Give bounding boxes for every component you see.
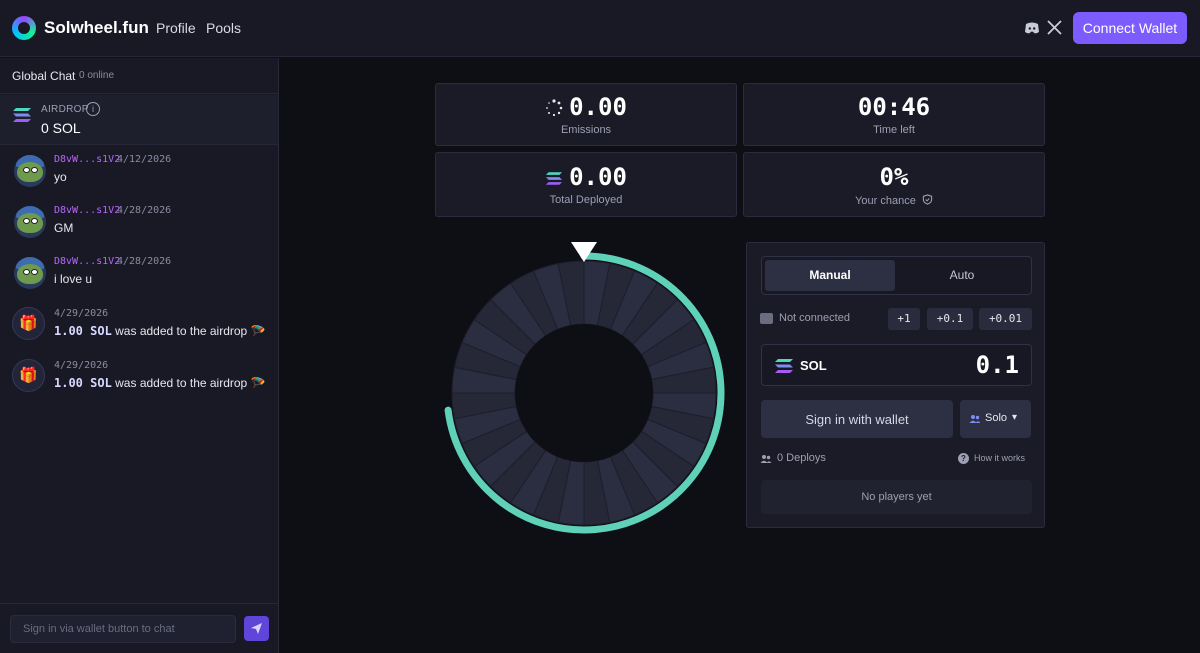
mode-select[interactable]: Solo ▾ bbox=[960, 400, 1031, 438]
wheel-hub bbox=[515, 324, 653, 462]
shield-icon bbox=[922, 194, 933, 205]
send-icon bbox=[251, 623, 262, 634]
chat-input[interactable] bbox=[10, 615, 236, 643]
increment-0.01-button[interactable]: +0.01 bbox=[979, 308, 1032, 330]
chevron-down-icon: ▾ bbox=[1012, 412, 1018, 423]
chat-header: Global Chat 0 online bbox=[0, 58, 278, 94]
wallet-icon bbox=[760, 313, 773, 324]
airdrop-value: 0 SOL bbox=[41, 120, 81, 136]
top-header: Solwheel.fun Profile Pools Connect Walle… bbox=[0, 0, 1200, 57]
chat-message: D8vW...s1V2 4/28/2026 GM bbox=[0, 205, 278, 256]
users-icon bbox=[969, 415, 981, 423]
chat-title: Global Chat bbox=[12, 69, 76, 83]
airdrop-amount: 1.00 SOL bbox=[54, 324, 112, 338]
avatar bbox=[14, 206, 46, 238]
message-date: 4/28/2026 bbox=[117, 205, 172, 216]
message-date: 4/29/2026 bbox=[54, 360, 109, 371]
tab-manual[interactable]: Manual bbox=[765, 260, 895, 291]
connection-status: Not connected bbox=[779, 312, 850, 324]
mode-tabs: Manual Auto bbox=[761, 256, 1032, 295]
solana-icon bbox=[545, 171, 563, 185]
help-icon[interactable]: ? bbox=[958, 453, 969, 464]
message-date: 4/12/2026 bbox=[117, 154, 172, 165]
deployed-card: 0.00 Total Deployed bbox=[435, 152, 737, 217]
deployed-label: Total Deployed bbox=[549, 194, 623, 206]
sign-in-button[interactable]: Sign in with wallet bbox=[761, 400, 953, 438]
deploys-count: 0 Deploys bbox=[777, 452, 826, 464]
chance-value: 0% bbox=[879, 163, 909, 191]
message-username[interactable]: D8vW...s1V2 bbox=[54, 256, 120, 267]
airdrop-label: AIRDROP bbox=[41, 104, 89, 115]
message-body: was added to the airdrop 🪂 bbox=[115, 376, 266, 390]
nav-profile[interactable]: Profile bbox=[156, 20, 196, 36]
chat-sidebar: Global Chat 0 online AIRDROP i 0 SOL D8v… bbox=[0, 58, 279, 653]
time-card: 00:46 Time left bbox=[743, 83, 1045, 146]
players-list: No players yet bbox=[761, 480, 1032, 514]
spin-wheel[interactable] bbox=[440, 240, 730, 540]
system-message: 🎁 4/29/2026 1.00 SOL was added to the ai… bbox=[0, 359, 278, 411]
solana-icon bbox=[775, 359, 793, 373]
amount-input[interactable]: 0.1 bbox=[976, 351, 1019, 379]
message-body: was added to the airdrop 🪂 bbox=[115, 324, 266, 338]
how-it-works-link[interactable]: How it works bbox=[974, 453, 1025, 463]
info-icon[interactable]: i bbox=[86, 102, 100, 116]
gift-icon: 🎁 bbox=[12, 307, 45, 340]
discord-icon[interactable] bbox=[1024, 20, 1040, 36]
deployed-value: 0.00 bbox=[569, 163, 627, 191]
time-label: Time left bbox=[873, 124, 915, 136]
users-icon bbox=[760, 455, 772, 463]
message-text: 1.00 SOL was added to the airdrop 🪂 bbox=[54, 324, 266, 338]
message-date: 4/29/2026 bbox=[54, 308, 109, 319]
wheel-graphic bbox=[444, 242, 725, 534]
chat-message: D8vW...s1V2 4/12/2026 yo bbox=[0, 154, 278, 205]
chat-message: D8vW...s1V2 4/28/2026 i love u bbox=[0, 256, 278, 307]
solana-icon bbox=[13, 108, 31, 122]
avatar bbox=[14, 155, 46, 187]
brand-name[interactable]: Solwheel.fun bbox=[44, 18, 149, 38]
message-text: 1.00 SOL was added to the airdrop 🪂 bbox=[54, 376, 266, 390]
increment-0.1-button[interactable]: +0.1 bbox=[927, 308, 973, 330]
message-text: i love u bbox=[54, 272, 93, 286]
avatar bbox=[14, 257, 46, 289]
message-date: 4/28/2026 bbox=[117, 256, 172, 267]
message-text: GM bbox=[54, 221, 74, 235]
nav-pools[interactable]: Pools bbox=[206, 20, 241, 36]
system-message: 🎁 4/29/2026 1.00 SOL was added to the ai… bbox=[0, 307, 278, 359]
gift-icon: 🎁 bbox=[12, 359, 45, 392]
emissions-value: 0.00 bbox=[569, 93, 627, 121]
currency-label: SOL bbox=[800, 358, 827, 373]
send-button[interactable] bbox=[244, 616, 269, 641]
spinner-icon bbox=[546, 99, 563, 117]
message-username[interactable]: D8vW...s1V2 bbox=[54, 154, 120, 165]
chance-card: 0% Your chance bbox=[743, 152, 1045, 217]
online-count: 0 online bbox=[79, 70, 115, 81]
logo-icon[interactable] bbox=[12, 16, 36, 40]
mode-label: Solo bbox=[985, 412, 1008, 424]
chance-label: Your chance bbox=[855, 195, 916, 207]
airdrop-amount: 1.00 SOL bbox=[54, 376, 112, 390]
message-username[interactable]: D8vW...s1V2 bbox=[54, 205, 120, 216]
connect-wallet-button[interactable]: Connect Wallet bbox=[1073, 12, 1187, 44]
chat-composer bbox=[0, 603, 278, 653]
amount-field[interactable]: SOL 0.1 bbox=[761, 344, 1032, 386]
increment-1-button[interactable]: +1 bbox=[888, 308, 920, 330]
bet-panel: Manual Auto Not connected +1 +0.1 +0.01 … bbox=[746, 242, 1045, 528]
x-icon[interactable] bbox=[1047, 20, 1062, 35]
tab-auto[interactable]: Auto bbox=[897, 260, 1027, 291]
message-text: yo bbox=[54, 170, 67, 184]
emissions-card: 0.00 Emissions bbox=[435, 83, 737, 146]
airdrop-banner: AIRDROP i 0 SOL bbox=[0, 95, 278, 145]
emissions-label: Emissions bbox=[560, 124, 612, 136]
time-value: 00:46 bbox=[857, 93, 931, 121]
